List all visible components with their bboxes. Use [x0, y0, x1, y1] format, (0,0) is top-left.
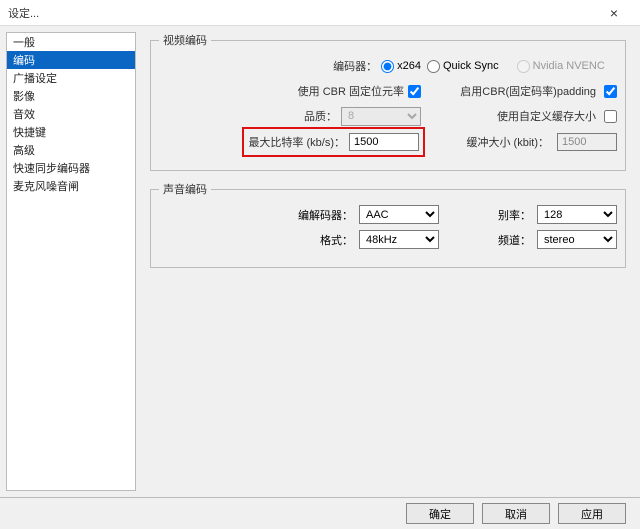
max-bitrate-label: 最大比特率 (kb/s)：: [248, 134, 345, 150]
cbr-padding-checkbox[interactable]: [604, 85, 617, 98]
buffer-size-label: 缓冲大小 (kbit)：: [427, 134, 553, 150]
encoder-quicksync-radio[interactable]: Quick Sync: [427, 60, 499, 73]
bitrate-select[interactable]: 128: [537, 205, 617, 224]
cbr-label: 使用 CBR 固定位元率: [159, 83, 404, 99]
audio-fieldset: 声音编码 编解码器： AAC 别率： 128 格式： 48kHz 频道： ste…: [150, 181, 626, 268]
apply-button[interactable]: 应用: [558, 503, 626, 524]
content-panel: 视频编码 编码器： x264 Quick Sync: [142, 32, 634, 491]
sidebar-item-8[interactable]: 麦克风噪音闸: [7, 177, 135, 195]
bitrate-highlight: 最大比特率 (kb/s)：: [242, 127, 425, 157]
audio-legend: 声音编码: [159, 181, 211, 197]
quality-select: 8: [341, 107, 421, 126]
sidebar-item-3[interactable]: 影像: [7, 87, 135, 105]
video-fieldset: 视频编码 编码器： x264 Quick Sync: [150, 32, 626, 171]
close-icon[interactable]: ×: [594, 2, 634, 24]
custom-buffer-checkbox[interactable]: [604, 110, 617, 123]
encoder-x264-input[interactable]: [381, 60, 394, 73]
sidebar-item-2[interactable]: 广播设定: [7, 69, 135, 87]
bitrate-label: 别率：: [487, 207, 537, 223]
buffer-size-input: [557, 133, 617, 151]
codec-select[interactable]: AAC: [359, 205, 439, 224]
channel-label: 频道：: [487, 232, 537, 248]
channel-select[interactable]: stereo: [537, 230, 617, 249]
encoder-quicksync-input[interactable]: [427, 60, 440, 73]
sidebar-item-1[interactable]: 编码: [7, 51, 135, 69]
footer: 确定 取消 应用: [0, 497, 640, 529]
codec-label: 编解码器：: [159, 207, 359, 223]
encoder-nvenc-radio: Nvidia NVENC: [517, 60, 605, 73]
encoder-x264-radio[interactable]: x264: [381, 60, 421, 73]
cbr-padding-label: 启用CBR(固定码率)padding: [427, 83, 600, 99]
max-bitrate-input[interactable]: [349, 133, 419, 151]
sidebar-item-0[interactable]: 一般: [7, 33, 135, 51]
titlebar: 设定... ×: [0, 0, 640, 26]
custom-buffer-label: 使用自定义缓存大小: [427, 108, 600, 124]
sidebar-item-7[interactable]: 快速同步编码器: [7, 159, 135, 177]
encoder-label: 编码器：: [159, 58, 377, 74]
cbr-checkbox[interactable]: [408, 85, 421, 98]
window-title: 设定...: [8, 5, 39, 21]
sidebar: 一般编码广播设定影像音效快捷键高级快速同步编码器麦克风噪音闸: [6, 32, 136, 491]
video-legend: 视频编码: [159, 32, 211, 48]
ok-button[interactable]: 确定: [406, 503, 474, 524]
quality-label: 品质：: [159, 108, 337, 124]
cancel-button[interactable]: 取消: [482, 503, 550, 524]
main-area: 一般编码广播设定影像音效快捷键高级快速同步编码器麦克风噪音闸 视频编码 编码器：…: [0, 26, 640, 497]
format-label: 格式：: [159, 232, 359, 248]
format-select[interactable]: 48kHz: [359, 230, 439, 249]
sidebar-item-5[interactable]: 快捷键: [7, 123, 135, 141]
encoder-nvenc-input: [517, 60, 530, 73]
sidebar-item-6[interactable]: 高级: [7, 141, 135, 159]
sidebar-item-4[interactable]: 音效: [7, 105, 135, 123]
